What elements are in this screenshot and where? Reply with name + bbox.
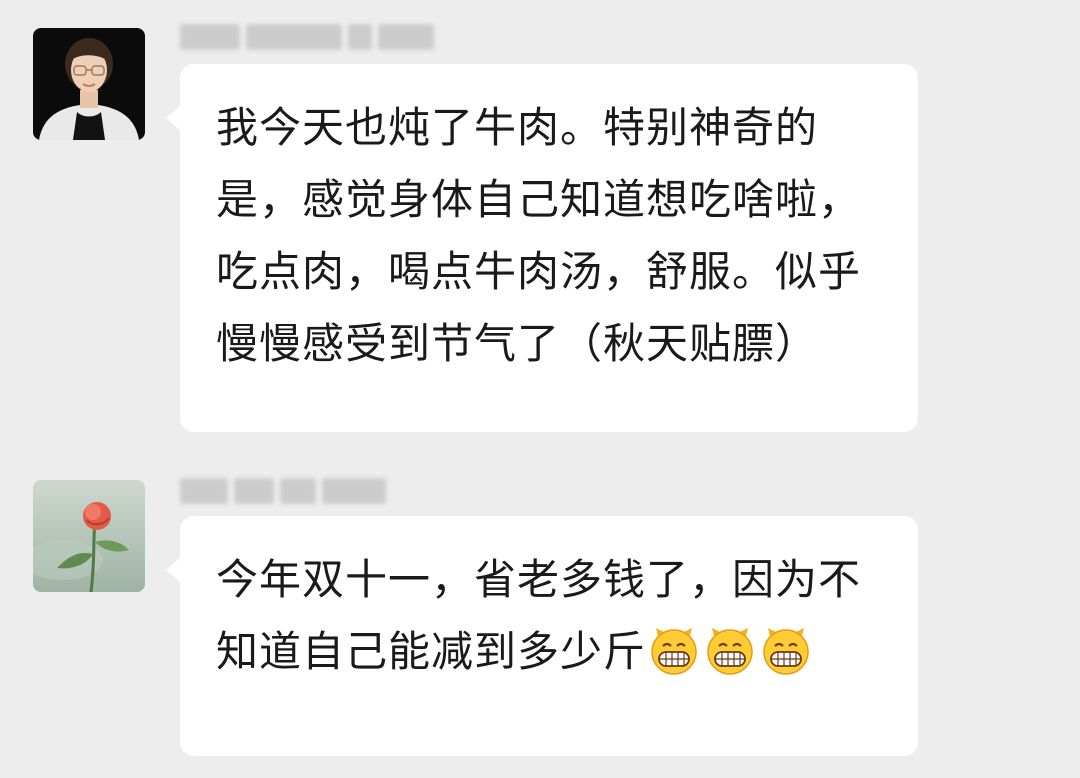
redacted-block [246,24,342,50]
redacted-block [378,24,434,50]
grin-emoji-icon [704,624,756,676]
sender-name-redacted [180,474,386,508]
grin-emoji-icon [760,624,812,676]
message-text: 我今天也炖了牛肉。特别神奇的是，感觉身体自己知道想吃啥啦，吃点肉，喝点牛肉汤，舒… [216,103,862,368]
grin-emoji-icon [648,624,700,676]
redacted-block [280,478,316,504]
rose-flower-avatar[interactable] [33,480,145,592]
sender-name-redacted [180,20,434,54]
message-bubble[interactable]: 今年双十一，省老多钱了，因为不知道自己能减到多少斤 [166,516,918,756]
redacted-block [180,478,228,504]
message-bubble[interactable]: 我今天也炖了牛肉。特别神奇的是，感觉身体自己知道想吃啥啦，吃点肉，喝点牛肉汤，舒… [166,64,918,432]
woman-portrait-avatar[interactable] [33,28,145,140]
message-text: 今年双十一，省老多钱了，因为不知道自己能减到多少斤 [216,544,882,688]
redacted-block [322,478,386,504]
redacted-block [348,24,372,50]
redacted-block [180,24,240,50]
redacted-block [234,478,274,504]
